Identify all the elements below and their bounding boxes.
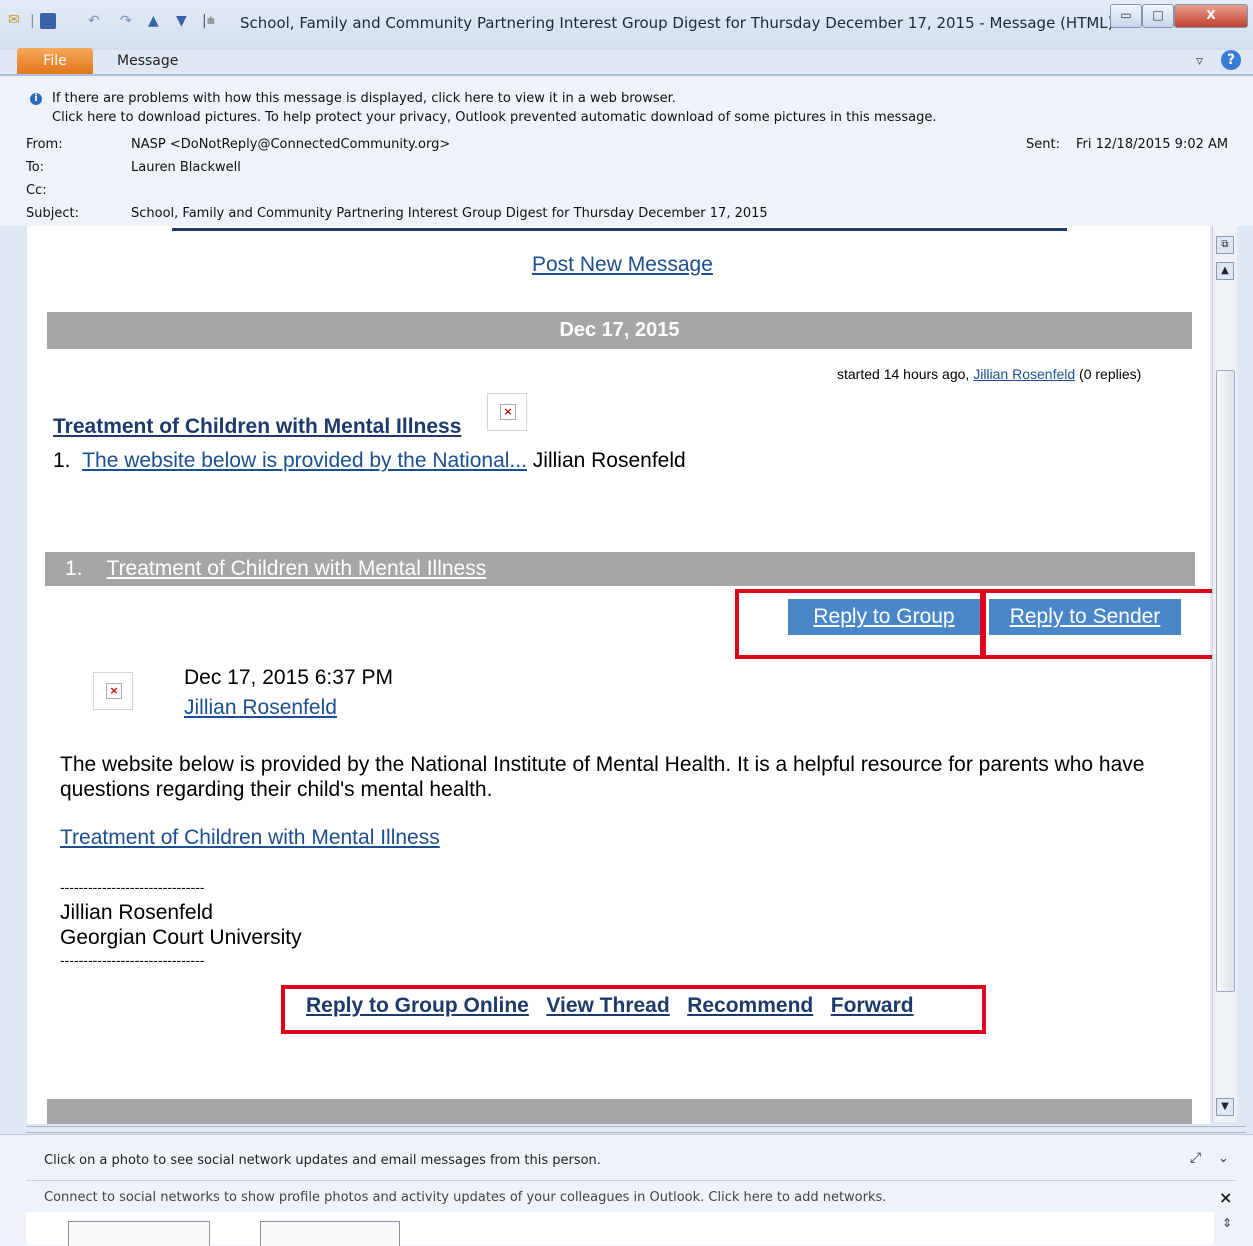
- scroll-down-icon[interactable]: ▼: [1216, 1098, 1234, 1116]
- signature-org: Georgian Court University: [60, 926, 302, 949]
- message-tab[interactable]: Message: [117, 53, 178, 69]
- undo-icon[interactable]: ↶: [88, 13, 100, 29]
- section-title-link[interactable]: Treatment of Children with Mental Illnes…: [107, 557, 487, 580]
- broken-image-icon: ×: [500, 404, 516, 420]
- people-scroll-icon[interactable]: ⇕: [1222, 1216, 1232, 1230]
- highlight-reply-sender: [982, 589, 1232, 659]
- from-label: From:: [26, 137, 63, 152]
- post-date: Dec 17, 2015 6:37 PM: [184, 666, 393, 689]
- people-pane-divider: [26, 1180, 1236, 1181]
- save-icon[interactable]: [40, 13, 56, 29]
- chevron-down-icon[interactable]: ⌄: [1218, 1151, 1229, 1166]
- close-icon[interactable]: ×: [1219, 1188, 1232, 1207]
- separator-icon: |: [30, 13, 35, 29]
- to-label: To:: [26, 160, 45, 175]
- vertical-scrollbar[interactable]: ⧉ ▲ ▼: [1212, 226, 1237, 1122]
- header-rule: [172, 228, 1067, 231]
- broken-image-icon: ×: [106, 683, 122, 699]
- started-suffix: (0 replies): [1075, 366, 1142, 382]
- people-pane-hint: Click on a photo to see social network u…: [44, 1153, 601, 1168]
- post-body-link[interactable]: Treatment of Children with Mental Illnes…: [60, 826, 440, 850]
- window-title: School, Family and Community Partnering …: [240, 14, 1114, 32]
- cc-label: Cc:: [26, 183, 47, 198]
- topic-title-link[interactable]: Treatment of Children with Mental Illnes…: [53, 415, 461, 439]
- scroll-up-icon[interactable]: ▲: [1216, 262, 1234, 280]
- collapse-ribbon-icon[interactable]: ▿: [1196, 53, 1203, 69]
- started-author-link[interactable]: Jillian Rosenfeld: [973, 366, 1075, 382]
- date-header: Dec 17, 2015: [47, 312, 1192, 349]
- signature-rule-top: -------------------------------: [60, 879, 205, 895]
- sent-value: Fri 12/18/2015 9:02 AM: [1076, 137, 1229, 152]
- info-bar-download-pictures[interactable]: Click here to download pictures. To help…: [52, 110, 937, 125]
- mail-icon: ✉: [8, 12, 20, 28]
- minimize-button[interactable]: ▭: [1110, 4, 1142, 28]
- next-date-header: [47, 1099, 1192, 1124]
- signature-name: Jillian Rosenfeld: [60, 901, 213, 924]
- contact-photo[interactable]: [68, 1221, 210, 1246]
- item-author: Jillian Rosenfeld: [532, 449, 686, 472]
- redo-icon[interactable]: ↷: [120, 13, 132, 29]
- social-networks-link[interactable]: Connect to social networks to show profi…: [44, 1190, 886, 1205]
- next-item-icon[interactable]: ▼: [176, 13, 187, 29]
- help-icon[interactable]: ?: [1221, 50, 1241, 70]
- to-value[interactable]: Lauren Blackwell: [131, 160, 241, 175]
- subject-label: Subject:: [26, 206, 79, 221]
- broken-image: ×: [487, 393, 527, 431]
- avatar[interactable]: ×: [93, 672, 133, 710]
- scroll-thumb[interactable]: [1216, 370, 1235, 992]
- info-icon: i: [30, 93, 42, 105]
- post-body-text: The website below is provided by the Nat…: [60, 753, 1145, 801]
- sent-label: Sent:: [1026, 137, 1060, 152]
- close-button[interactable]: X: [1174, 4, 1248, 28]
- item-number: 1.: [53, 449, 71, 472]
- post-new-message-link[interactable]: Post New Message: [532, 253, 713, 277]
- people-pane-splitter[interactable]: [26, 1126, 1246, 1133]
- highlight-post-actions: [281, 985, 986, 1034]
- from-value[interactable]: NASP <DoNotReply@ConnectedCommunity.org>: [131, 137, 450, 152]
- highlight-reply-group: [735, 589, 984, 659]
- info-bar-browser-link[interactable]: If there are problems with how this mess…: [52, 91, 676, 106]
- contact-photo[interactable]: [260, 1221, 400, 1246]
- thread-meta: started 14 hours ago, Jillian Rosenfeld …: [837, 366, 1141, 382]
- customize-toolbar-icon[interactable]: |⩧: [202, 13, 215, 29]
- section-number: 1.: [65, 557, 83, 580]
- digest-item: 1. The website below is provided by the …: [53, 449, 686, 473]
- item-link[interactable]: The website below is provided by the Nat…: [82, 449, 527, 472]
- started-prefix: started 14 hours ago,: [837, 366, 974, 382]
- section-bar: 1. Treatment of Children with Mental Illn…: [45, 552, 1195, 586]
- subject-value: School, Family and Community Partnering …: [131, 206, 768, 221]
- file-tab[interactable]: File: [17, 48, 93, 74]
- split-icon[interactable]: ⧉: [1216, 236, 1234, 254]
- previous-item-icon[interactable]: ▲: [148, 13, 159, 29]
- maximize-button[interactable]: □: [1142, 4, 1174, 28]
- signature-rule-bottom: -------------------------------: [60, 952, 205, 968]
- post-author-link[interactable]: Jillian Rosenfeld: [184, 696, 337, 720]
- expand-people-pane-icon[interactable]: ⤢: [1190, 1150, 1201, 1166]
